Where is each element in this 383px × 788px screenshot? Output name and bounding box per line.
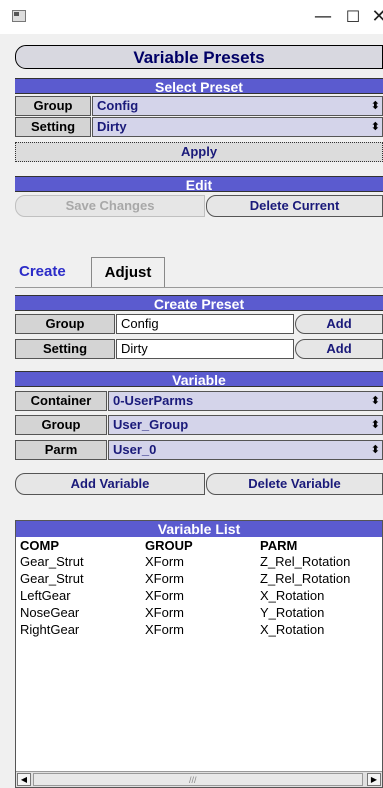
grip-icon: ///	[189, 775, 197, 785]
create-group-input[interactable]: Config	[116, 314, 294, 334]
variable-list[interactable]: Variable List COMP GROUP PARM Gear_Strut…	[15, 520, 383, 788]
panel-title-bar[interactable]: Variable Presets	[15, 45, 383, 69]
variable-group-label: Group	[15, 415, 107, 435]
list-item-group: XForm	[145, 554, 184, 569]
updown-arrow-icon: ⬍	[370, 395, 380, 407]
create-preset-header: Create Preset	[15, 295, 383, 312]
container-dropdown[interactable]: 0-UserParms ⬍	[108, 391, 383, 411]
variable-header: Variable	[15, 371, 383, 388]
add-variable-button[interactable]: Add Variable	[15, 473, 205, 495]
window-titlebar: — ☐ ✕	[0, 0, 383, 34]
list-item-parm: X_Rotation	[260, 588, 325, 603]
add-group-button[interactable]: Add	[295, 314, 383, 334]
tab-create[interactable]: Create	[15, 257, 91, 287]
select-setting-value: Dirty	[97, 119, 127, 134]
select-preset-header: Select Preset	[15, 78, 383, 95]
list-item-group: XForm	[145, 571, 184, 586]
list-item-group: XForm	[145, 605, 184, 620]
edit-header: Edit	[15, 176, 383, 193]
list-item-parm: X_Rotation	[260, 622, 325, 637]
list-item-comp: Gear_Strut	[20, 571, 84, 586]
column-header-group: GROUP	[145, 538, 193, 553]
app-icon	[12, 10, 26, 22]
parm-dropdown[interactable]: User_0 ⬍	[108, 440, 383, 460]
tab-adjust[interactable]: Adjust	[91, 257, 165, 287]
list-item-parm: Z_Rel_Rotation	[260, 554, 351, 569]
select-group-label: Group	[15, 96, 91, 116]
add-setting-button[interactable]: Add	[295, 339, 383, 359]
list-item-parm: Z_Rel_Rotation	[260, 571, 351, 586]
select-group-dropdown[interactable]: Config ⬍	[92, 96, 383, 116]
save-changes-button[interactable]: Save Changes	[15, 195, 205, 217]
delete-current-button[interactable]: Delete Current	[206, 195, 383, 217]
column-header-comp: COMP	[20, 538, 59, 553]
container-label: Container	[15, 391, 107, 411]
updown-arrow-icon: ⬍	[370, 444, 380, 456]
list-item-group: XForm	[145, 622, 184, 637]
select-setting-dropdown[interactable]: Dirty ⬍	[92, 117, 383, 137]
panel-title: Variable Presets	[133, 48, 265, 67]
scroll-right-icon[interactable]: ▶	[367, 773, 381, 786]
list-item-parm: Y_Rotation	[260, 605, 325, 620]
list-item-comp: RightGear	[20, 622, 80, 637]
variable-group-value: User_Group	[113, 417, 189, 432]
create-group-label: Group	[15, 314, 115, 334]
variable-group-dropdown[interactable]: User_Group ⬍	[108, 415, 383, 435]
updown-arrow-icon: ⬍	[370, 121, 380, 133]
create-setting-label: Setting	[15, 339, 115, 359]
tab-divider	[15, 287, 383, 288]
parm-value: User_0	[113, 442, 157, 457]
list-item-comp: NoseGear	[20, 605, 80, 620]
updown-arrow-icon: ⬍	[370, 100, 380, 112]
container-value: 0-UserParms	[113, 393, 194, 408]
list-item-group: XForm	[145, 588, 184, 603]
close-button[interactable]: ✕	[356, 0, 383, 34]
create-setting-input[interactable]: Dirty	[116, 339, 294, 359]
horizontal-scrollbar[interactable]: ◀ /// ▶	[16, 771, 382, 787]
select-setting-label: Setting	[15, 117, 91, 137]
scrollbar-thumb[interactable]: ///	[33, 773, 363, 786]
column-header-parm: PARM	[260, 538, 298, 553]
delete-variable-button[interactable]: Delete Variable	[206, 473, 383, 495]
list-item-comp: Gear_Strut	[20, 554, 84, 569]
scroll-left-icon[interactable]: ◀	[17, 773, 31, 786]
variable-list-header: Variable List	[16, 521, 382, 537]
list-item-comp: LeftGear	[20, 588, 71, 603]
select-group-value: Config	[97, 98, 139, 113]
updown-arrow-icon: ⬍	[370, 419, 380, 431]
variable-presets-panel: Variable Presets Select Preset Group Con…	[15, 45, 383, 788]
apply-button[interactable]: Apply	[15, 142, 383, 162]
parm-label: Parm	[15, 440, 107, 460]
